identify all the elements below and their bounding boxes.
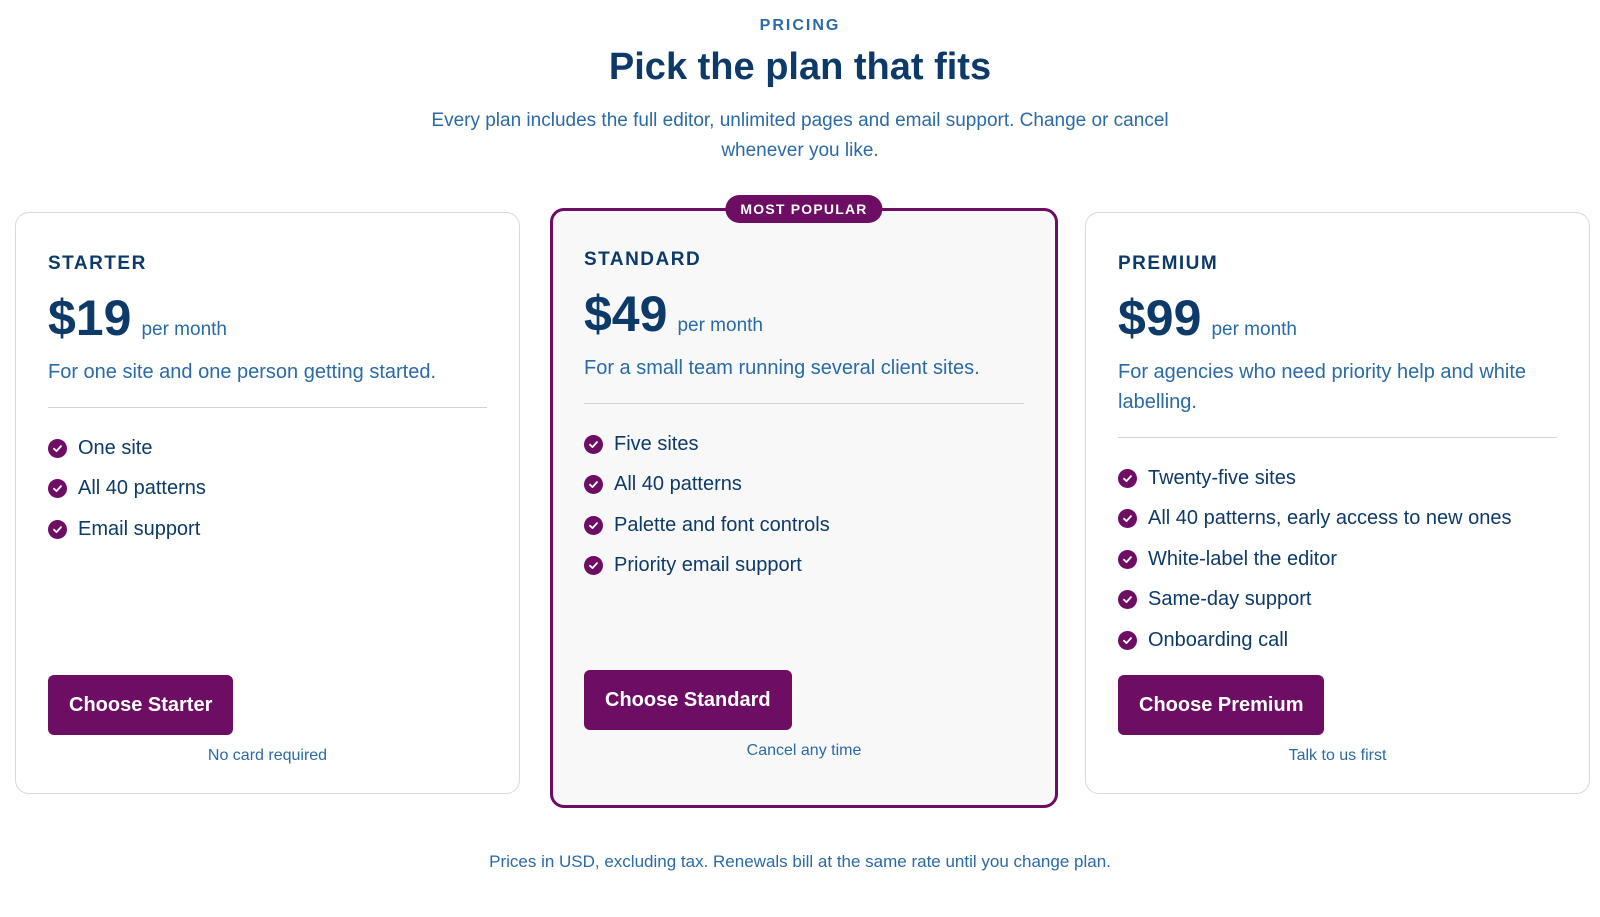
check-circle-icon	[1118, 590, 1137, 610]
section-eyebrow: PRICING	[759, 17, 841, 34]
feature-item: All 40 patterns	[48, 469, 487, 510]
price-row: $49 per month	[584, 285, 1024, 343]
feature-label: One site	[78, 436, 153, 459]
plan-description: For one site and one person getting star…	[48, 361, 437, 383]
feature-list: Five sites All 40 patterns Palette and f…	[584, 424, 1024, 586]
feature-item: Twenty-five sites	[1118, 458, 1557, 499]
plan-description: For agencies who need priority help and …	[1118, 361, 1527, 413]
page-subtitle: Every plan includes the full editor, unl…	[431, 110, 1169, 161]
check-circle-icon	[48, 519, 67, 539]
feature-item: White-label the editor	[1118, 539, 1557, 580]
plan-note: Cancel any time	[746, 742, 862, 759]
plan-divider	[48, 407, 487, 408]
feature-label: Same-day support	[1148, 588, 1312, 611]
feature-label: Palette and font controls	[614, 513, 830, 536]
feature-item: Palette and font controls	[584, 505, 1024, 546]
check-circle-icon	[1118, 468, 1137, 488]
plan-price: $99	[1118, 290, 1202, 346]
feature-label: Priority email support	[614, 554, 802, 577]
feature-item: Five sites	[584, 424, 1024, 465]
feature-label: Email support	[78, 517, 201, 540]
check-circle-icon	[584, 556, 603, 576]
feature-label: Onboarding call	[1148, 628, 1289, 651]
choose-premium-button[interactable]: Choose Premium	[1118, 675, 1325, 735]
choose-starter-button[interactable]: Choose Starter	[48, 675, 234, 735]
feature-item: Priority email support	[584, 546, 1024, 587]
feature-label: All 40 patterns	[78, 477, 206, 500]
feature-label: Twenty-five sites	[1148, 466, 1296, 489]
check-circle-icon	[1118, 549, 1137, 569]
feature-item: All 40 patterns	[584, 465, 1024, 506]
price-row: $19 per month	[48, 289, 487, 347]
feature-item: Onboarding call	[1118, 620, 1557, 661]
check-circle-icon	[584, 434, 603, 454]
plan-card-content: STARTER $19 per month For one site and o…	[48, 253, 487, 550]
feature-item: All 40 patterns, early access to new one…	[1118, 499, 1557, 540]
price-row: $99 per month	[1118, 289, 1557, 347]
feature-label: Five sites	[614, 432, 699, 455]
plan-divider	[1118, 437, 1557, 438]
feature-list: One site All 40 patterns Email support	[48, 428, 487, 550]
plan-divider	[584, 403, 1024, 404]
plan-name: STARTER	[48, 253, 147, 274]
plan-period: per month	[1211, 319, 1297, 340]
feature-list: Twenty-five sites All 40 patterns, early…	[1118, 458, 1557, 661]
check-circle-icon	[48, 438, 67, 458]
plan-price: $19	[48, 290, 132, 346]
plan-card-premium: PREMIUM $99 per month For agencies who n…	[1085, 212, 1590, 794]
pricing-page: PRICING Pick the plan that fits Every pl…	[0, 0, 1600, 917]
feature-label: All 40 patterns, early access to new one…	[1148, 507, 1512, 530]
feature-item: Same-day support	[1118, 580, 1557, 621]
plan-price: $49	[584, 286, 668, 342]
plan-card-content: PREMIUM $99 per month For agencies who n…	[1118, 253, 1557, 661]
feature-item: Email support	[48, 509, 487, 550]
plan-note: No card required	[207, 747, 328, 764]
plan-period: per month	[141, 319, 227, 340]
check-circle-icon	[584, 475, 603, 495]
plan-card-starter: STARTER $19 per month For one site and o…	[15, 212, 520, 794]
plan-name: STANDARD	[584, 249, 702, 270]
most-popular-badge: MOST POPULAR	[725, 195, 883, 223]
feature-item: One site	[48, 428, 487, 469]
pricing-footnote: Prices in USD, excluding tax. Renewals b…	[489, 852, 1111, 871]
check-circle-icon	[1118, 509, 1137, 529]
plan-note: Talk to us first	[1288, 747, 1387, 764]
plan-name: PREMIUM	[1118, 253, 1219, 274]
check-circle-icon	[48, 479, 67, 499]
check-circle-icon	[1118, 630, 1137, 650]
choose-standard-button[interactable]: Choose Standard	[584, 670, 792, 730]
check-circle-icon	[584, 515, 603, 535]
page-title: Pick the plan that fits	[608, 46, 992, 88]
plan-card-content: STANDARD $49 per month For a small team …	[584, 249, 1024, 586]
plan-period: per month	[677, 315, 763, 336]
plan-description: For a small team running several client …	[584, 357, 980, 379]
feature-label: All 40 patterns	[614, 473, 742, 496]
feature-label: White-label the editor	[1148, 547, 1337, 570]
plan-card-standard: MOST POPULAR STANDARD $49 per month For …	[550, 195, 1058, 808]
